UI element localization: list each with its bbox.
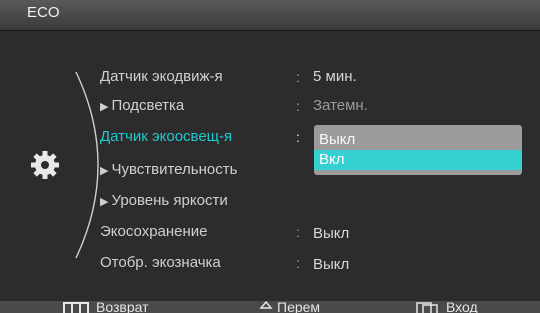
menu-item-backlight[interactable]: ▶ Подсветка bbox=[100, 96, 184, 116]
separator: : bbox=[296, 98, 300, 114]
enter-label[interactable]: Вход bbox=[446, 301, 478, 313]
up-down-diamond-icon bbox=[259, 301, 273, 309]
dropdown-option-off[interactable]: Выкл bbox=[314, 130, 522, 150]
submenu-arrow-icon: ▶ bbox=[100, 165, 109, 177]
menu-item-sensitivity[interactable]: ▶ Чувствительность bbox=[100, 160, 237, 180]
menu-item-label: Датчик экодвиж-я bbox=[100, 68, 223, 85]
separator: : bbox=[296, 255, 300, 271]
menu-item-value: 5 мин. bbox=[313, 68, 357, 85]
menu-item-eco-saving[interactable]: Экосохранение bbox=[100, 222, 208, 242]
eco-light-sensor-dropdown[interactable]: Выкл Вкл bbox=[314, 125, 522, 175]
separator: : bbox=[296, 224, 300, 240]
menu-item-value: Выкл bbox=[313, 256, 350, 273]
menu-item-brightness-level[interactable]: ▶ Уровень яркости bbox=[100, 191, 228, 211]
menu-item-value: Выкл bbox=[313, 225, 350, 242]
submenu-arrow-icon: ▶ bbox=[100, 101, 109, 113]
menu-item-label: Датчик экоосвещ-я bbox=[100, 128, 233, 145]
osd-panel: ECO Датчик экодвиж-я : 5 мин. ▶ Подсветка bbox=[0, 0, 540, 313]
move-label[interactable]: Перем bbox=[277, 301, 320, 313]
submenu-arrow-icon: ▶ bbox=[100, 196, 109, 208]
enter-icon bbox=[416, 302, 438, 313]
separator: : bbox=[296, 129, 300, 145]
menu-item-label: Уровень яркости bbox=[111, 192, 228, 209]
menu-item-eco-light-sensor[interactable]: Датчик экоосвещ-я bbox=[100, 127, 232, 147]
menu-item-label: Чувствительность bbox=[111, 161, 238, 178]
menu-item-label: Экосохранение bbox=[100, 223, 208, 240]
separator: : bbox=[296, 69, 300, 85]
menu-item-label: Отобр. экозначка bbox=[100, 254, 221, 271]
menu-bars-icon bbox=[63, 302, 89, 313]
menu-item-value: Затемн. bbox=[313, 97, 368, 114]
dropdown-option-on[interactable]: Вкл bbox=[314, 150, 522, 170]
footer-bar: Возврат Перем Вход bbox=[0, 301, 540, 313]
menu-item-eco-motion-sensor[interactable]: Датчик экодвиж-я bbox=[100, 67, 223, 87]
menu-item-label: Подсветка bbox=[111, 97, 185, 114]
back-label[interactable]: Возврат bbox=[96, 301, 149, 313]
menu-item-eco-icon-display[interactable]: Отобр. экозначка bbox=[100, 253, 221, 273]
